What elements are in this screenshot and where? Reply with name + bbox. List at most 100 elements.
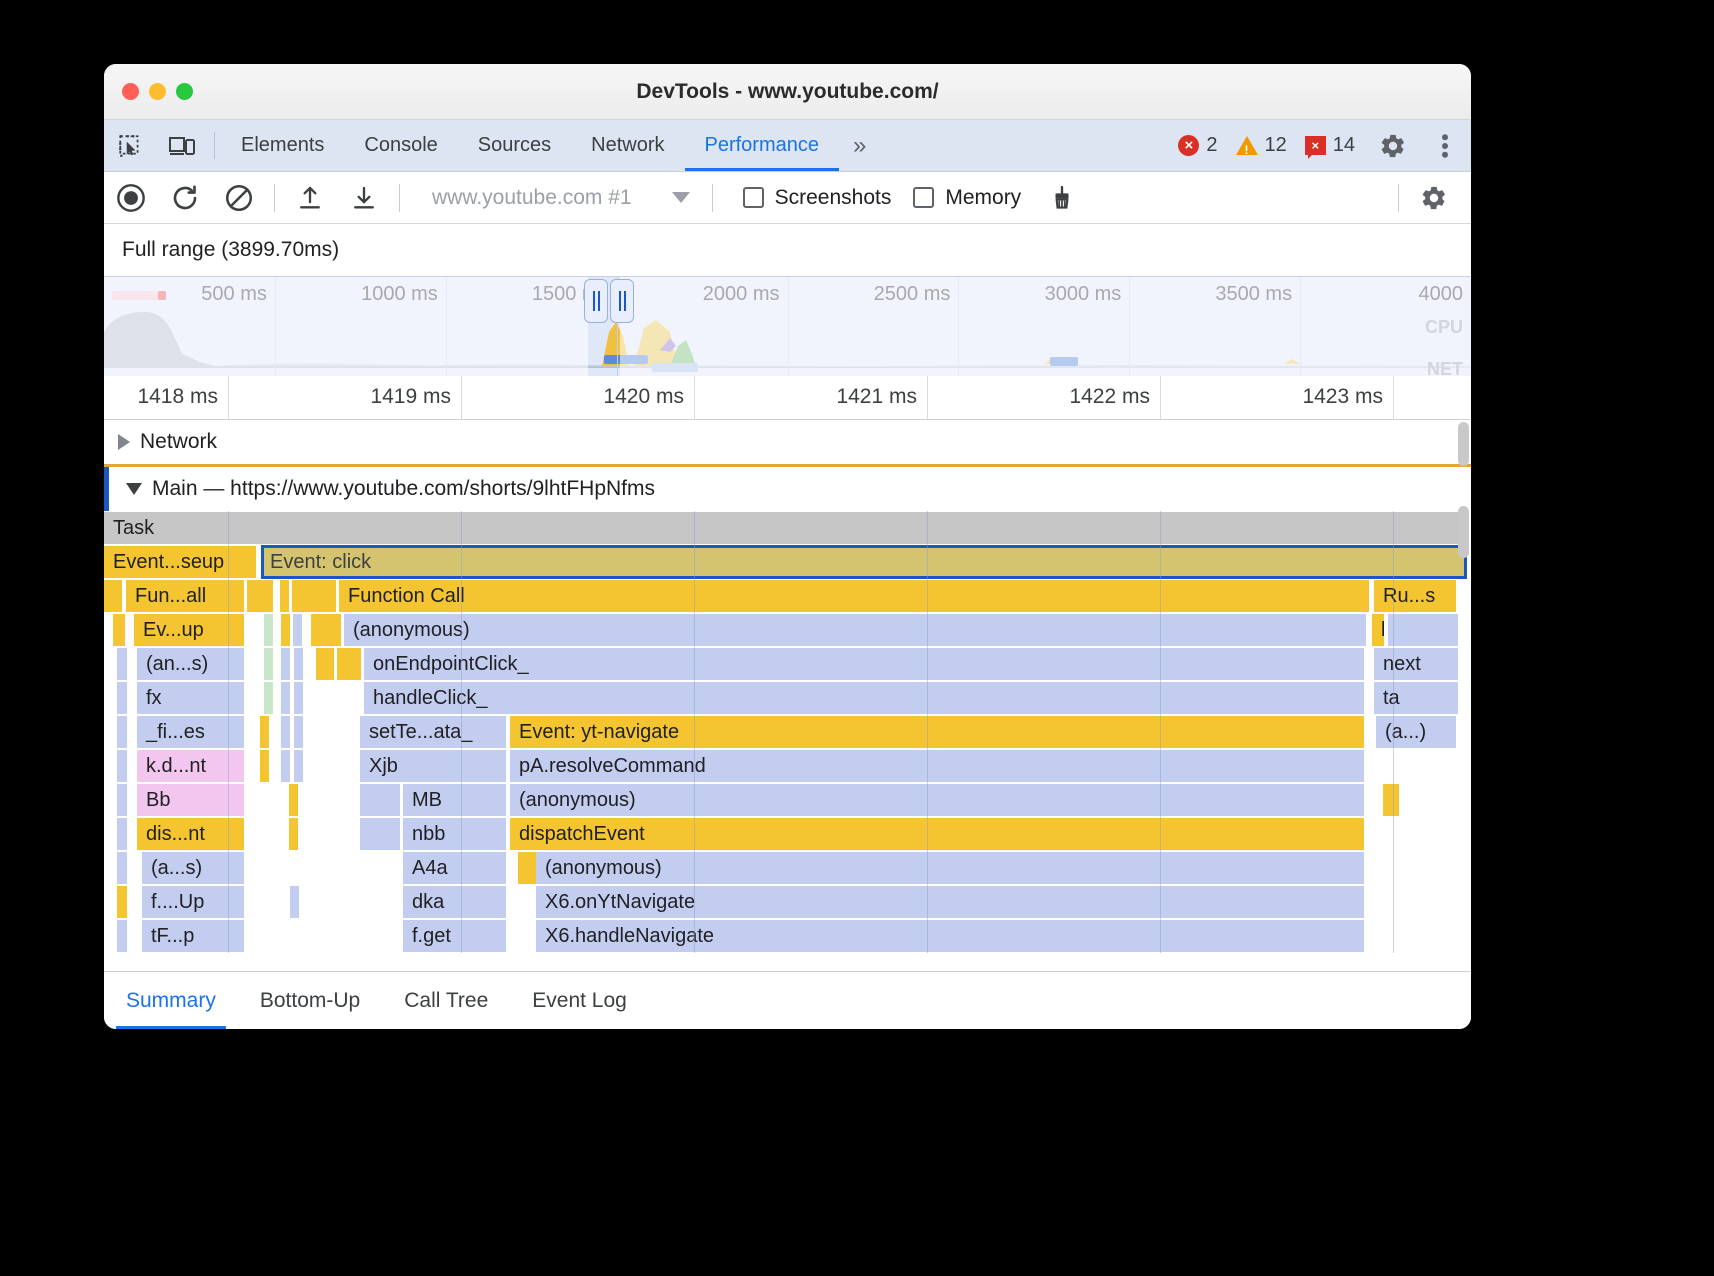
flame-bar-sliver[interactable]	[260, 716, 269, 748]
flame-bar-sliver[interactable]	[117, 648, 127, 680]
flame-bar-sliver[interactable]	[117, 750, 127, 782]
flame-bar-sliver[interactable]	[117, 716, 127, 748]
flame-bar[interactable]: (anonymous)	[344, 614, 1366, 646]
load-profile-icon[interactable]	[283, 172, 337, 224]
flame-bar-sliver[interactable]	[294, 682, 303, 714]
flame-bar-sliver[interactable]	[289, 818, 298, 850]
tab-event-log[interactable]: Event Log	[510, 972, 649, 1029]
flame-bar[interactable]: (anonymous)	[510, 784, 1364, 816]
warning-counter[interactable]: ! 12	[1230, 134, 1293, 157]
clear-button[interactable]	[212, 172, 266, 224]
flame-bar-sliver[interactable]	[117, 852, 127, 884]
flame-row[interactable]: tF...pf.getX6.handleNavigate	[104, 919, 1471, 953]
flame-scrollbar-track[interactable]	[1458, 422, 1469, 488]
flame-bar-sliver[interactable]	[104, 580, 122, 612]
issue-counter[interactable]: × 14	[1299, 134, 1361, 157]
flame-bar[interactable]: next	[1374, 648, 1458, 680]
overview-window-right-handle[interactable]	[610, 279, 634, 323]
record-button[interactable]	[104, 172, 158, 224]
flame-bar-sliver[interactable]	[280, 580, 289, 612]
tab-summary[interactable]: Summary	[104, 972, 238, 1029]
flame-bar-sliver[interactable]	[294, 716, 303, 748]
flame-row[interactable]: (a...s)A4a(anonymous)	[104, 851, 1471, 885]
tab-sources[interactable]: Sources	[458, 120, 571, 171]
flame-bar[interactable]: f.get	[403, 920, 506, 952]
flame-bar-sliver[interactable]	[264, 682, 273, 714]
flame-scrollbar-thumb-2[interactable]	[1458, 506, 1469, 558]
flame-row[interactable]: Fun...allFunction CallRu...s	[104, 579, 1471, 613]
flame-bar[interactable]: onEndpointClick_	[364, 648, 1364, 680]
flame-bar-sliver[interactable]	[301, 580, 336, 612]
inspect-element-icon[interactable]	[104, 120, 156, 171]
reload-and-record-button[interactable]	[158, 172, 212, 224]
save-profile-icon[interactable]	[337, 172, 391, 224]
flame-bar[interactable]: Function Call	[339, 580, 1369, 612]
profile-selector[interactable]: www.youtube.com #1	[432, 186, 690, 210]
flame-bar[interactable]: pA.resolveCommand	[510, 750, 1364, 782]
capture-settings-gear-icon[interactable]	[1407, 172, 1461, 224]
minimize-window-button[interactable]	[149, 83, 166, 100]
task-bar[interactable]: Task	[104, 512, 1467, 544]
flame-bar-sliver[interactable]	[316, 648, 334, 680]
flame-bar-sliver[interactable]	[260, 750, 269, 782]
flame-bar-sliver[interactable]	[1390, 784, 1399, 816]
flame-bar-sliver[interactable]	[289, 784, 298, 816]
flame-row[interactable]: Ev...up(anonymous)b	[104, 613, 1471, 647]
flame-bar[interactable]: X6.onYtNavigate	[536, 886, 1364, 918]
flame-bar-sliver[interactable]	[117, 886, 127, 918]
tab-network[interactable]: Network	[571, 120, 684, 171]
flame-bar-sliver[interactable]	[311, 614, 341, 646]
window-controls[interactable]	[104, 83, 193, 100]
flame-row[interactable]: dis...ntnbbdispatchEvent	[104, 817, 1471, 851]
collect-garbage-icon[interactable]	[1035, 172, 1089, 224]
flame-bar-sliver[interactable]	[360, 818, 400, 850]
flame-bar[interactable]: A4a	[403, 852, 506, 884]
flame-bar-sliver[interactable]	[281, 716, 290, 748]
flame-bar[interactable]: handleClick_	[364, 682, 1364, 714]
flame-bar-sliver[interactable]	[117, 682, 127, 714]
flame-bar[interactable]: (a...)	[1376, 716, 1456, 748]
flame-bar-sliver[interactable]	[294, 750, 303, 782]
flame-bar-sliver[interactable]	[294, 648, 303, 680]
flame-row[interactable]: Event...seupEvent: click	[104, 545, 1471, 579]
flame-bar[interactable]: nbb	[403, 818, 506, 850]
flame-bar-sliver[interactable]	[117, 920, 127, 952]
flame-bar[interactable]: (anonymous)	[536, 852, 1364, 884]
flame-bar[interactable]: dka	[403, 886, 506, 918]
flame-row[interactable]: (an...s)onEndpointClick_next	[104, 647, 1471, 681]
main-track-header[interactable]: Main — https://www.youtube.com/shorts/9l…	[104, 467, 1471, 511]
flame-bar-sliver[interactable]	[1388, 614, 1458, 646]
flame-bar-sliver[interactable]	[247, 580, 273, 612]
flame-bar[interactable]: X6.handleNavigate	[536, 920, 1364, 952]
memory-checkbox[interactable]: Memory	[913, 186, 1021, 210]
tab-call-tree[interactable]: Call Tree	[382, 972, 510, 1029]
tab-performance[interactable]: Performance	[685, 120, 840, 171]
tab-console[interactable]: Console	[344, 120, 457, 171]
flame-bar[interactable]: Ru...s	[1374, 580, 1456, 612]
flame-bar[interactable]: b	[1372, 614, 1384, 646]
flame-bar[interactable]: Event: click	[261, 545, 1467, 579]
network-track-header[interactable]: Network	[104, 420, 1471, 464]
flame-row[interactable]: BbMB(anonymous)	[104, 783, 1471, 817]
flame-scrollbar-track-2[interactable]	[1458, 506, 1469, 576]
flame-bar[interactable]: dispatchEvent	[510, 818, 1364, 850]
more-tabs-icon[interactable]: »	[839, 120, 877, 171]
device-toolbar-icon[interactable]	[156, 120, 208, 171]
flame-chart-area[interactable]: 1418 ms 1419 ms 1420 ms 1421 ms 1422 ms …	[104, 376, 1471, 971]
flame-bar-sliver[interactable]	[117, 784, 127, 816]
screenshots-checkbox[interactable]: Screenshots	[743, 186, 892, 210]
flame-bar-sliver[interactable]	[281, 750, 290, 782]
flame-bar-sliver[interactable]	[518, 852, 527, 884]
flame-bar-sliver[interactable]	[527, 852, 536, 884]
maximize-window-button[interactable]	[176, 83, 193, 100]
flame-bar-sliver[interactable]	[117, 818, 127, 850]
flame-bar-sliver[interactable]	[264, 614, 273, 646]
error-counter[interactable]: × 2	[1172, 134, 1223, 157]
flame-bar-sliver[interactable]	[293, 614, 302, 646]
flame-row[interactable]: fxhandleClick_ta	[104, 681, 1471, 715]
flame-bar[interactable]: Event...seup	[104, 546, 256, 578]
flame-chart-rows[interactable]: Task Event...seupEvent: clickFun...allFu…	[104, 511, 1471, 953]
more-options-icon[interactable]	[1419, 120, 1471, 171]
flame-row[interactable]: f....UpdkaX6.onYtNavigate	[104, 885, 1471, 919]
flame-bar-sliver[interactable]	[281, 648, 290, 680]
